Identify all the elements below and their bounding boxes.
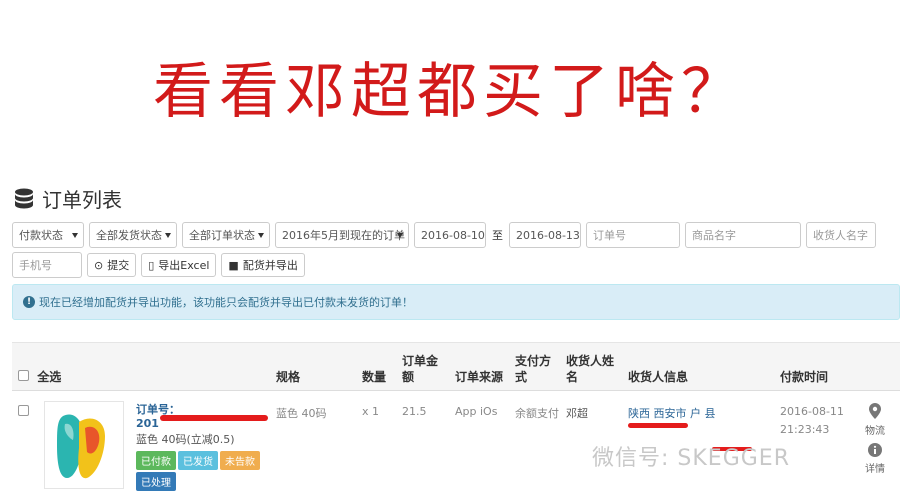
details-label: 详情 <box>865 464 885 475</box>
notice-text: 现在已经增加配货并导出功能，该功能只会配货并导出已付款未发货的订单！ <box>39 296 413 309</box>
product-image <box>44 401 124 489</box>
header-receiver-line1: 收货人姓 <box>566 354 615 368</box>
ship-export-label: 配货并导出 <box>242 259 298 272</box>
redaction-mark <box>628 423 688 428</box>
database-icon <box>14 188 34 210</box>
tag-pending: 未告款 <box>220 451 260 470</box>
info-circle-icon <box>860 443 890 460</box>
payment-status-value: 付款状态 <box>19 229 63 242</box>
pay-clock-cell: 21:23:43 <box>780 423 830 436</box>
order-no-input[interactable]: 订单号 <box>586 222 680 248</box>
header-amount-line2: 额 <box>402 370 415 384</box>
header-receiver: 收货人姓 名 <box>566 353 614 385</box>
receiver-cell: 邓超 <box>566 407 588 420</box>
page-title-text: 订单列表 <box>42 188 122 212</box>
tag-shipped: 已发货 <box>178 451 218 470</box>
truck-icon: ■ <box>228 258 239 272</box>
row-checkbox[interactable] <box>18 405 29 416</box>
range-value: 2016年5月到现在的订单 <box>282 229 405 242</box>
tag-paid: 已付款 <box>136 451 176 470</box>
ship-export-button[interactable]: ■ 配货并导出 <box>221 253 305 277</box>
map-pin-icon <box>860 403 890 422</box>
select-all-checkbox[interactable] <box>18 370 29 381</box>
orders-table: 全选 规格 数量 订单金 额 订单来源 支付方 式 收货人姓 名 收货人信息 付… <box>12 342 900 500</box>
redaction-mark <box>160 415 268 421</box>
date-to-input[interactable]: 2016-08-13 <box>509 222 581 248</box>
submit-button[interactable]: ⊙ 提交 <box>87 253 137 277</box>
tag-group: 已付款 已发货 未告款 <box>136 451 266 470</box>
file-icon: ▯ <box>148 258 155 272</box>
header-receiver-line2: 名 <box>566 370 579 384</box>
logistics-link[interactable]: 物流 <box>860 403 890 437</box>
pay-date-cell: 2016-08-11 <box>780 405 844 418</box>
phone-input[interactable]: 手机号 <box>12 252 82 278</box>
product-name-input[interactable]: 商品名字 <box>685 222 801 248</box>
header-pay-line1: 支付方 <box>515 354 552 368</box>
date-from-input[interactable]: 2016-08-10 <box>414 222 486 248</box>
tag-processed: 已处理 <box>136 472 176 491</box>
check-circle-icon: ⊙ <box>94 258 104 272</box>
header-source: 订单来源 <box>455 370 504 384</box>
payment-status-select[interactable]: 付款状态 <box>12 222 84 248</box>
tag-group-2: 已处理 <box>136 472 266 491</box>
qty-cell: x 1 <box>362 405 380 418</box>
source-cell: App iOs <box>455 405 498 418</box>
header-pay-method: 支付方 式 <box>515 353 551 385</box>
page-title: 订单列表 <box>14 184 122 213</box>
logistics-label: 物流 <box>865 426 885 437</box>
ship-status-select[interactable]: 全部发货状态 <box>89 222 177 248</box>
info-icon: ! <box>23 296 35 308</box>
order-status-select[interactable]: 全部订单状态 <box>182 222 270 248</box>
spec-cell: 蓝色 40码 <box>276 407 327 420</box>
header-qty: 数量 <box>362 370 387 384</box>
header-pay-line2: 式 <box>515 370 528 384</box>
amount-cell: 21.5 <box>402 405 427 418</box>
header-receiver-info: 收货人信息 <box>628 370 689 384</box>
date-separator: 至 <box>492 229 503 242</box>
select-all[interactable]: 全选 <box>18 369 61 385</box>
chevron-down-icon <box>72 233 78 238</box>
chevron-down-icon <box>165 233 171 238</box>
table-header: 全选 规格 数量 订单金 额 订单来源 支付方 式 收货人姓 名 收货人信息 付… <box>12 343 900 391</box>
chevron-down-icon <box>397 233 403 238</box>
variant-text: 蓝色 40码(立减0.5) <box>136 433 235 446</box>
header-spec: 规格 <box>276 370 301 384</box>
range-select[interactable]: 2016年5月到现在的订单 <box>275 222 409 248</box>
address-cell: 陕西 西安市 户 县 <box>628 407 716 420</box>
select-all-label: 全选 <box>37 370 62 384</box>
details-link[interactable]: 详情 <box>860 443 890 475</box>
pay-method-cell: 余额支付 <box>515 407 559 420</box>
header-pay-time: 付款时间 <box>780 370 829 384</box>
header-amount: 订单金 额 <box>402 353 438 385</box>
filter-bar: 付款状态 全部发货状态 全部订单状态 2016年5月到现在的订单 2016-08… <box>12 222 892 278</box>
export-excel-label: 导出Excel <box>158 259 210 272</box>
export-excel-button[interactable]: ▯ 导出Excel <box>141 253 217 277</box>
chevron-down-icon <box>258 233 264 238</box>
wechat-watermark: 微信号: SKEGGER <box>592 446 790 471</box>
headline: 看看邓超都买了啥？ <box>153 57 747 127</box>
ship-status-value: 全部发货状态 <box>96 229 162 242</box>
receiver-name-input[interactable]: 收货人名字 <box>806 222 876 248</box>
submit-label: 提交 <box>107 259 130 272</box>
order-status-value: 全部订单状态 <box>189 229 255 242</box>
info-notice: ! 现在已经增加配货并导出功能，该功能只会配货并导出已付款未发货的订单！ <box>12 284 900 320</box>
header-amount-line1: 订单金 <box>402 354 439 368</box>
